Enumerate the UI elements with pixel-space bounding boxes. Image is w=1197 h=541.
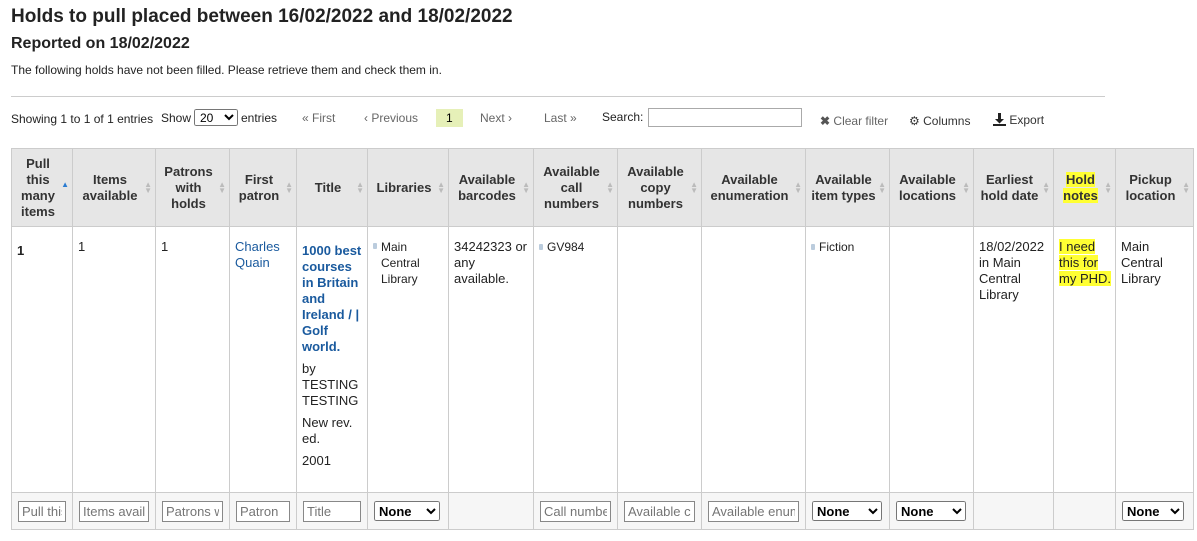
cell-locations	[889, 226, 974, 493]
cell-pickup-location: Main Central Library	[1115, 226, 1194, 493]
last-page-link[interactable]: Last »	[544, 111, 577, 125]
edition: New rev. ed.	[302, 415, 353, 446]
filter-libraries-select[interactable]: None	[374, 501, 440, 521]
column-header-earliest-hold[interactable]: Earliest hold date ▲ ▼	[973, 148, 1054, 227]
cell-hold-notes: I need this for my PHD.	[1053, 226, 1116, 493]
gear-icon: ⚙	[909, 114, 920, 128]
filter-title[interactable]	[303, 500, 361, 522]
column-header-libraries[interactable]: Libraries ▲ ▼	[367, 148, 449, 227]
cell-items-available: 1	[72, 226, 156, 493]
entries-label: entries	[241, 111, 278, 125]
cell-earliest-hold: 18/02/2022 in Main Central Library	[973, 226, 1054, 493]
cell-enumeration	[701, 226, 806, 493]
filter-pickup-select[interactable]: None	[1122, 501, 1184, 521]
filter-patrons[interactable]	[162, 500, 223, 522]
filter-copy-number[interactable]	[624, 500, 695, 522]
clear-filter-button[interactable]: ✖ Clear filter	[820, 114, 888, 128]
filter-pull[interactable]	[18, 500, 66, 522]
title-link[interactable]: 1000 best courses in Britain and Ireland…	[302, 243, 361, 354]
bullet-icon	[811, 244, 815, 250]
page-size-select[interactable]: 20	[194, 109, 238, 126]
column-header-first-patron[interactable]: First patron ▲ ▼	[229, 148, 297, 227]
column-header-call-numbers[interactable]: Available call numbers ▲ ▼	[533, 148, 618, 227]
report-date: Reported on 18/02/2022	[11, 35, 190, 52]
filter-items[interactable]	[79, 500, 149, 522]
filter-patron[interactable]	[236, 500, 290, 522]
filter-call-number[interactable]	[540, 500, 611, 522]
column-header-patrons[interactable]: Patrons with holds ▲ ▼	[155, 148, 230, 227]
cell-copy-numbers	[617, 226, 702, 493]
cell-first-patron: Charles Quain	[229, 226, 297, 493]
columns-button[interactable]: ⚙ Columns	[909, 114, 970, 128]
filter-enumeration[interactable]	[708, 500, 799, 522]
first-page-link[interactable]: « First	[302, 111, 335, 125]
cell-item-types: Fiction	[805, 226, 890, 493]
column-header-item-types[interactable]: Available item types ▲ ▼	[805, 148, 890, 227]
show-label: Show	[161, 111, 192, 125]
cell-pull: 1	[11, 226, 73, 493]
column-header-locations[interactable]: Available locations ▲ ▼	[889, 148, 974, 227]
column-header-pull[interactable]: Pull this many items ▲	[11, 148, 73, 227]
export-button[interactable]: Export	[993, 113, 1044, 127]
bullet-icon	[539, 244, 543, 250]
close-icon: ✖	[820, 114, 831, 128]
column-header-hold-notes[interactable]: Hold notes ▲ ▼	[1053, 148, 1116, 227]
search-label: Search:	[602, 110, 644, 124]
bullet-icon	[373, 243, 377, 249]
download-icon	[993, 113, 1006, 126]
filter-item-types-select[interactable]: None	[812, 501, 882, 521]
filter-row: None None None None	[11, 492, 1194, 530]
filter-locations-select[interactable]: None	[896, 501, 966, 521]
entries-info: Showing 1 to 1 of 1 entries	[11, 112, 154, 126]
holds-table: Pull this many items ▲ Items available ▲ ▼ …	[11, 148, 1194, 530]
cell-patrons: 1	[155, 226, 230, 493]
current-page[interactable]: 1	[436, 109, 463, 127]
year: 2001	[302, 453, 331, 468]
page-description: The following holds have not been filled…	[11, 63, 442, 77]
column-header-enumeration[interactable]: Available enumeration ▲ ▼	[701, 148, 806, 227]
next-page-link[interactable]: Next ›	[480, 111, 512, 125]
column-header-barcodes[interactable]: Available barcodes ▲ ▼	[448, 148, 534, 227]
cell-barcodes: 34242323 or any available.	[448, 226, 534, 493]
column-header-title[interactable]: Title ▲ ▼	[296, 148, 368, 227]
cell-libraries: Main Central Library	[367, 226, 449, 493]
column-header-pickup[interactable]: Pickup location ▲ ▼	[1115, 148, 1194, 227]
search-input[interactable]	[648, 108, 802, 127]
cell-call-numbers: GV984	[533, 226, 618, 493]
previous-page-link[interactable]: ‹ Previous	[364, 111, 418, 125]
library-name: Main Central Library	[381, 240, 420, 286]
column-header-items-available[interactable]: Items available ▲ ▼	[72, 148, 156, 227]
page-title: Holds to pull placed between 16/02/2022 …	[11, 6, 513, 27]
author: by TESTING TESTING	[302, 361, 359, 408]
divider	[11, 96, 1105, 97]
column-header-copy-numbers[interactable]: Available copy numbers ▲ ▼	[617, 148, 702, 227]
cell-title: 1000 best courses in Britain and Ireland…	[296, 226, 368, 493]
table-row: 1 1 1 Charles Quain 1000 best courses in…	[11, 226, 1194, 493]
patron-link[interactable]: Charles Quain	[235, 239, 280, 270]
